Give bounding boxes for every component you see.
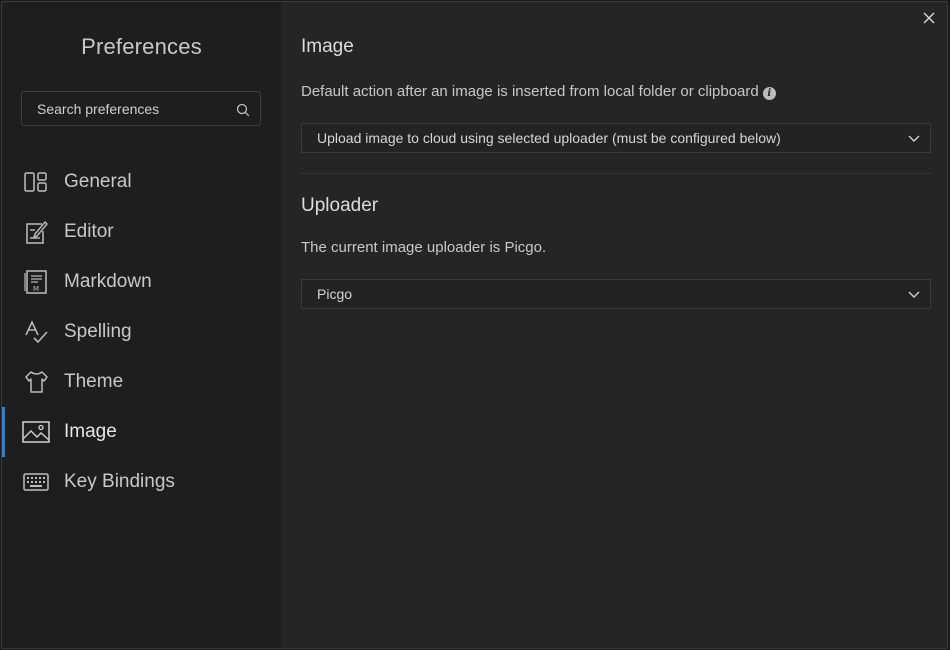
chevron-down-icon [908, 135, 920, 142]
sidebar-item-spelling[interactable]: Spelling [2, 307, 281, 357]
sidebar-item-label: Theme [64, 371, 124, 392]
sidebar-item-label: Key Bindings [64, 471, 175, 492]
markdown-icon: M [24, 270, 47, 294]
search-input[interactable] [22, 92, 232, 125]
uploader-select-value: Picgo [317, 286, 353, 302]
general-icon [24, 172, 47, 192]
sidebar-item-image[interactable]: Image [2, 407, 281, 457]
sidebar-item-key-bindings[interactable]: Key Bindings [2, 457, 281, 507]
theme-icon [25, 371, 48, 393]
main-content: Image Default action after an image is i… [281, 2, 947, 648]
preferences-window: Preferences General [1, 1, 948, 649]
sidebar-item-label: General [64, 171, 132, 192]
uploader-select[interactable]: Picgo [301, 279, 931, 309]
section-divider [301, 173, 931, 174]
sidebar-item-label: Spelling [64, 321, 132, 342]
search-box[interactable] [21, 91, 261, 126]
image-action-select[interactable]: Upload image to cloud using selected upl… [301, 123, 931, 153]
editor-icon [26, 220, 48, 244]
uploader-description: The current image uploader is Picgo. [301, 239, 547, 256]
uploader-section-title: Uploader [301, 195, 379, 216]
sidebar-item-general[interactable]: General [2, 157, 281, 207]
info-icon[interactable]: i [762, 87, 776, 100]
image-icon [22, 421, 50, 443]
sidebar-title: Preferences [81, 34, 202, 59]
image-section-title: Image [301, 36, 354, 57]
chevron-down-icon [908, 291, 920, 298]
sidebar-item-editor[interactable]: Editor [2, 207, 281, 257]
search-icon[interactable] [236, 103, 250, 117]
sidebar-item-label: Markdown [64, 271, 152, 292]
sidebar-item-theme[interactable]: Theme [2, 357, 281, 407]
image-action-description: Default action after an image is inserte… [301, 83, 776, 100]
keyboard-icon [23, 473, 49, 491]
sidebar-item-label: Image [64, 421, 117, 442]
sidebar-item-label: Editor [64, 221, 114, 242]
svg-text:M: M [33, 285, 39, 293]
sidebar: Preferences General [2, 2, 281, 648]
close-icon[interactable] [919, 8, 939, 28]
sidebar-nav: General Editor M Markdown Spelling Theme… [2, 157, 281, 507]
image-action-description-text: Default action after an image is inserte… [301, 83, 759, 100]
image-action-select-value: Upload image to cloud using selected upl… [317, 130, 781, 146]
sidebar-item-markdown[interactable]: M Markdown [2, 257, 281, 307]
spelling-icon [25, 320, 48, 344]
